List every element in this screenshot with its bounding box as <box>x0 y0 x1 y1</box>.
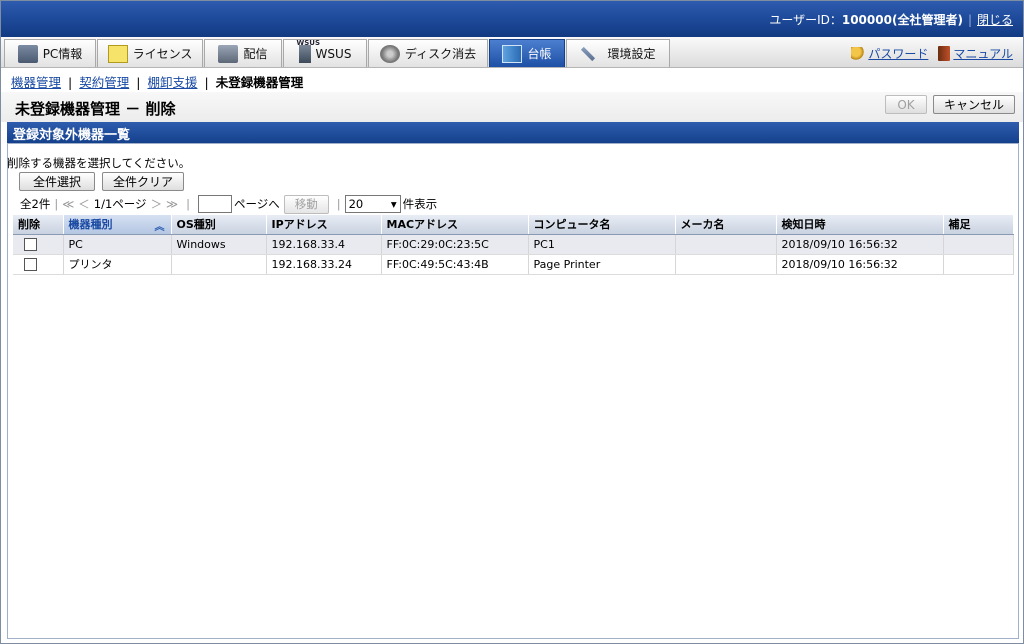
manual-link-label: マニュアル <box>953 47 1013 61</box>
col-delete[interactable]: 削除 <box>13 215 64 235</box>
ledger-icon <box>502 44 523 63</box>
page-title: 未登録機器管理 － 削除 <box>15 100 176 118</box>
tab-ledger-label: 台帳 <box>527 47 552 61</box>
cell-detected: 2018/09/10 16:56:32 <box>776 254 944 275</box>
tab-wsus-label: WSUS <box>315 46 352 61</box>
ok-button[interactable]: OK <box>885 95 927 114</box>
password-link-label: パスワード <box>868 47 929 61</box>
cell-device-type: PC <box>63 234 172 255</box>
top-right-links: パスワード マニュアル <box>851 45 1013 62</box>
cell-maker <box>675 254 777 275</box>
section-header: 登録対象外機器一覧 <box>7 122 1019 143</box>
col-mac-address[interactable]: MACアドレス <box>381 215 529 235</box>
cell-ip: 192.168.33.24 <box>266 254 382 275</box>
clear-all-button[interactable]: 全件クリア <box>102 172 184 191</box>
cell-mac: FF:0C:49:5C:43:4B <box>381 254 529 275</box>
cell-note <box>943 254 1014 275</box>
license-icon <box>107 44 128 63</box>
chevron-down-icon: ▾ <box>390 197 397 211</box>
disk-erase-icon <box>379 44 400 63</box>
tab-ledger[interactable]: 台帳 <box>489 39 565 67</box>
col-note[interactable]: 補足 <box>943 215 1014 235</box>
col-computer-name[interactable]: コンピュータ名 <box>528 215 676 235</box>
cell-computer-name: Page Printer <box>528 254 676 275</box>
page-info: 1/1ページ <box>93 197 147 211</box>
breadcrumb: 機器管理 | 契約管理 | 棚卸支援 | 未登録機器管理 <box>11 75 304 90</box>
wsus-icon: WSUS <box>297 39 320 63</box>
page-suffix: ページへ <box>233 197 280 211</box>
per-page-value: 20 <box>348 197 364 211</box>
breadcrumb-inventory-support[interactable]: 棚卸支援 <box>147 75 197 90</box>
user-id-value: 100000(全社管理者) <box>841 13 963 27</box>
top-header-bar: ユーザーID：100000(全社管理者) | 閉じる <box>1 1 1023 37</box>
settings-tools-icon <box>581 46 596 61</box>
cell-os: Windows <box>171 234 267 255</box>
select-all-button[interactable]: 全件選択 <box>19 172 95 191</box>
col-device-type-label: 機器種別 <box>68 218 113 232</box>
tab-disk-erase[interactable]: ディスク消去 <box>368 39 488 67</box>
tab-license-label: ライセンス <box>132 47 193 61</box>
col-ip-address[interactable]: IPアドレス <box>266 215 382 235</box>
cell-computer-name: PC1 <box>528 234 676 255</box>
page-title-bar: 未登録機器管理 － 削除 OK キャンセル <box>1 92 1023 122</box>
tab-delivery-label: 配信 <box>243 47 268 61</box>
page-number-input[interactable] <box>197 195 232 213</box>
per-page-select[interactable]: 20 ▾ <box>344 195 401 213</box>
wsus-icon-caption: WSUS <box>296 38 321 47</box>
cell-device-type: プリンタ <box>63 254 172 275</box>
move-button[interactable]: 移動 <box>283 194 329 214</box>
instruction-text: 削除する機器を選択してください。 <box>7 156 191 170</box>
close-link[interactable]: 閉じる <box>977 13 1013 27</box>
sort-ascending-icon: ︽ <box>154 222 165 233</box>
col-maker-name[interactable]: メーカ名 <box>675 215 777 235</box>
col-detected-at[interactable]: 検知日時 <box>776 215 944 235</box>
pager: 全2件 | ≪ ＜ 1/1ページ ＞ ≫ | ページへ 移動 | 20 ▾ 件表示 <box>20 194 437 214</box>
row-delete-checkbox[interactable] <box>24 257 37 271</box>
table-row: プリンタ 192.168.33.24 FF:0C:49:5C:43:4B Pag… <box>13 254 1014 275</box>
total-count: 全2件 <box>20 197 51 211</box>
cancel-button[interactable]: キャンセル <box>933 95 1015 114</box>
last-page-link[interactable]: ≫ <box>166 197 178 211</box>
cell-detected: 2018/09/10 16:56:32 <box>776 234 944 255</box>
manual-book-icon <box>938 46 951 61</box>
pc-icon <box>17 44 38 63</box>
col-os-type[interactable]: OS種別 <box>171 215 267 235</box>
prev-page-link[interactable]: ＜ <box>78 196 90 212</box>
cell-ip: 192.168.33.4 <box>266 234 382 255</box>
tab-settings[interactable]: 環境設定 <box>566 39 670 67</box>
user-info: ユーザーID：100000(全社管理者) | 閉じる <box>769 13 1013 27</box>
delivery-icon <box>218 44 239 63</box>
application-window: ユーザーID：100000(全社管理者) | 閉じる PC情報 ライセンス 配信 W… <box>0 0 1024 644</box>
tab-disk-erase-label: ディスク消去 <box>404 47 477 61</box>
tab-wsus[interactable]: WSUS WSUS <box>283 39 367 67</box>
breadcrumb-contract-management[interactable]: 契約管理 <box>79 75 129 90</box>
breadcrumb-device-management[interactable]: 機器管理 <box>11 75 61 90</box>
cell-os <box>171 254 267 275</box>
tab-license[interactable]: ライセンス <box>97 39 203 67</box>
manual-link[interactable]: マニュアル <box>938 45 1013 62</box>
breadcrumb-current: 未登録機器管理 <box>215 75 304 90</box>
tab-pc-info-label: PC情報 <box>42 47 83 61</box>
user-id-label: ユーザーID： <box>769 13 842 27</box>
next-page-link[interactable]: ＞ <box>151 196 163 212</box>
row-delete-checkbox[interactable] <box>24 237 37 251</box>
cell-mac: FF:0C:29:0C:23:5C <box>381 234 529 255</box>
table-header-row: 削除 機器種別 ︽ OS種別 IPアドレス MACアドレス コンピュータ名 メーカ… <box>13 215 1014 235</box>
table-row: PC Windows 192.168.33.4 FF:0C:29:0C:23:5… <box>13 234 1014 255</box>
cell-note <box>943 234 1014 255</box>
tab-settings-label: 環境設定 <box>607 47 656 61</box>
cell-maker <box>675 234 777 255</box>
key-icon <box>851 46 866 61</box>
tab-pc-info[interactable]: PC情報 <box>4 39 96 67</box>
col-device-type[interactable]: 機器種別 ︽ <box>63 215 172 235</box>
password-link[interactable]: パスワード <box>851 45 928 62</box>
device-table: 削除 機器種別 ︽ OS種別 IPアドレス MACアドレス コンピュータ名 メーカ… <box>13 215 1014 275</box>
first-page-link[interactable]: ≪ <box>62 197 74 211</box>
main-tab-bar: PC情報 ライセンス 配信 WSUS WSUS ディスク消去 台帳 環境設定 パス… <box>1 37 1023 68</box>
per-page-suffix: 件表示 <box>402 197 438 211</box>
tab-delivery[interactable]: 配信 <box>204 39 282 67</box>
